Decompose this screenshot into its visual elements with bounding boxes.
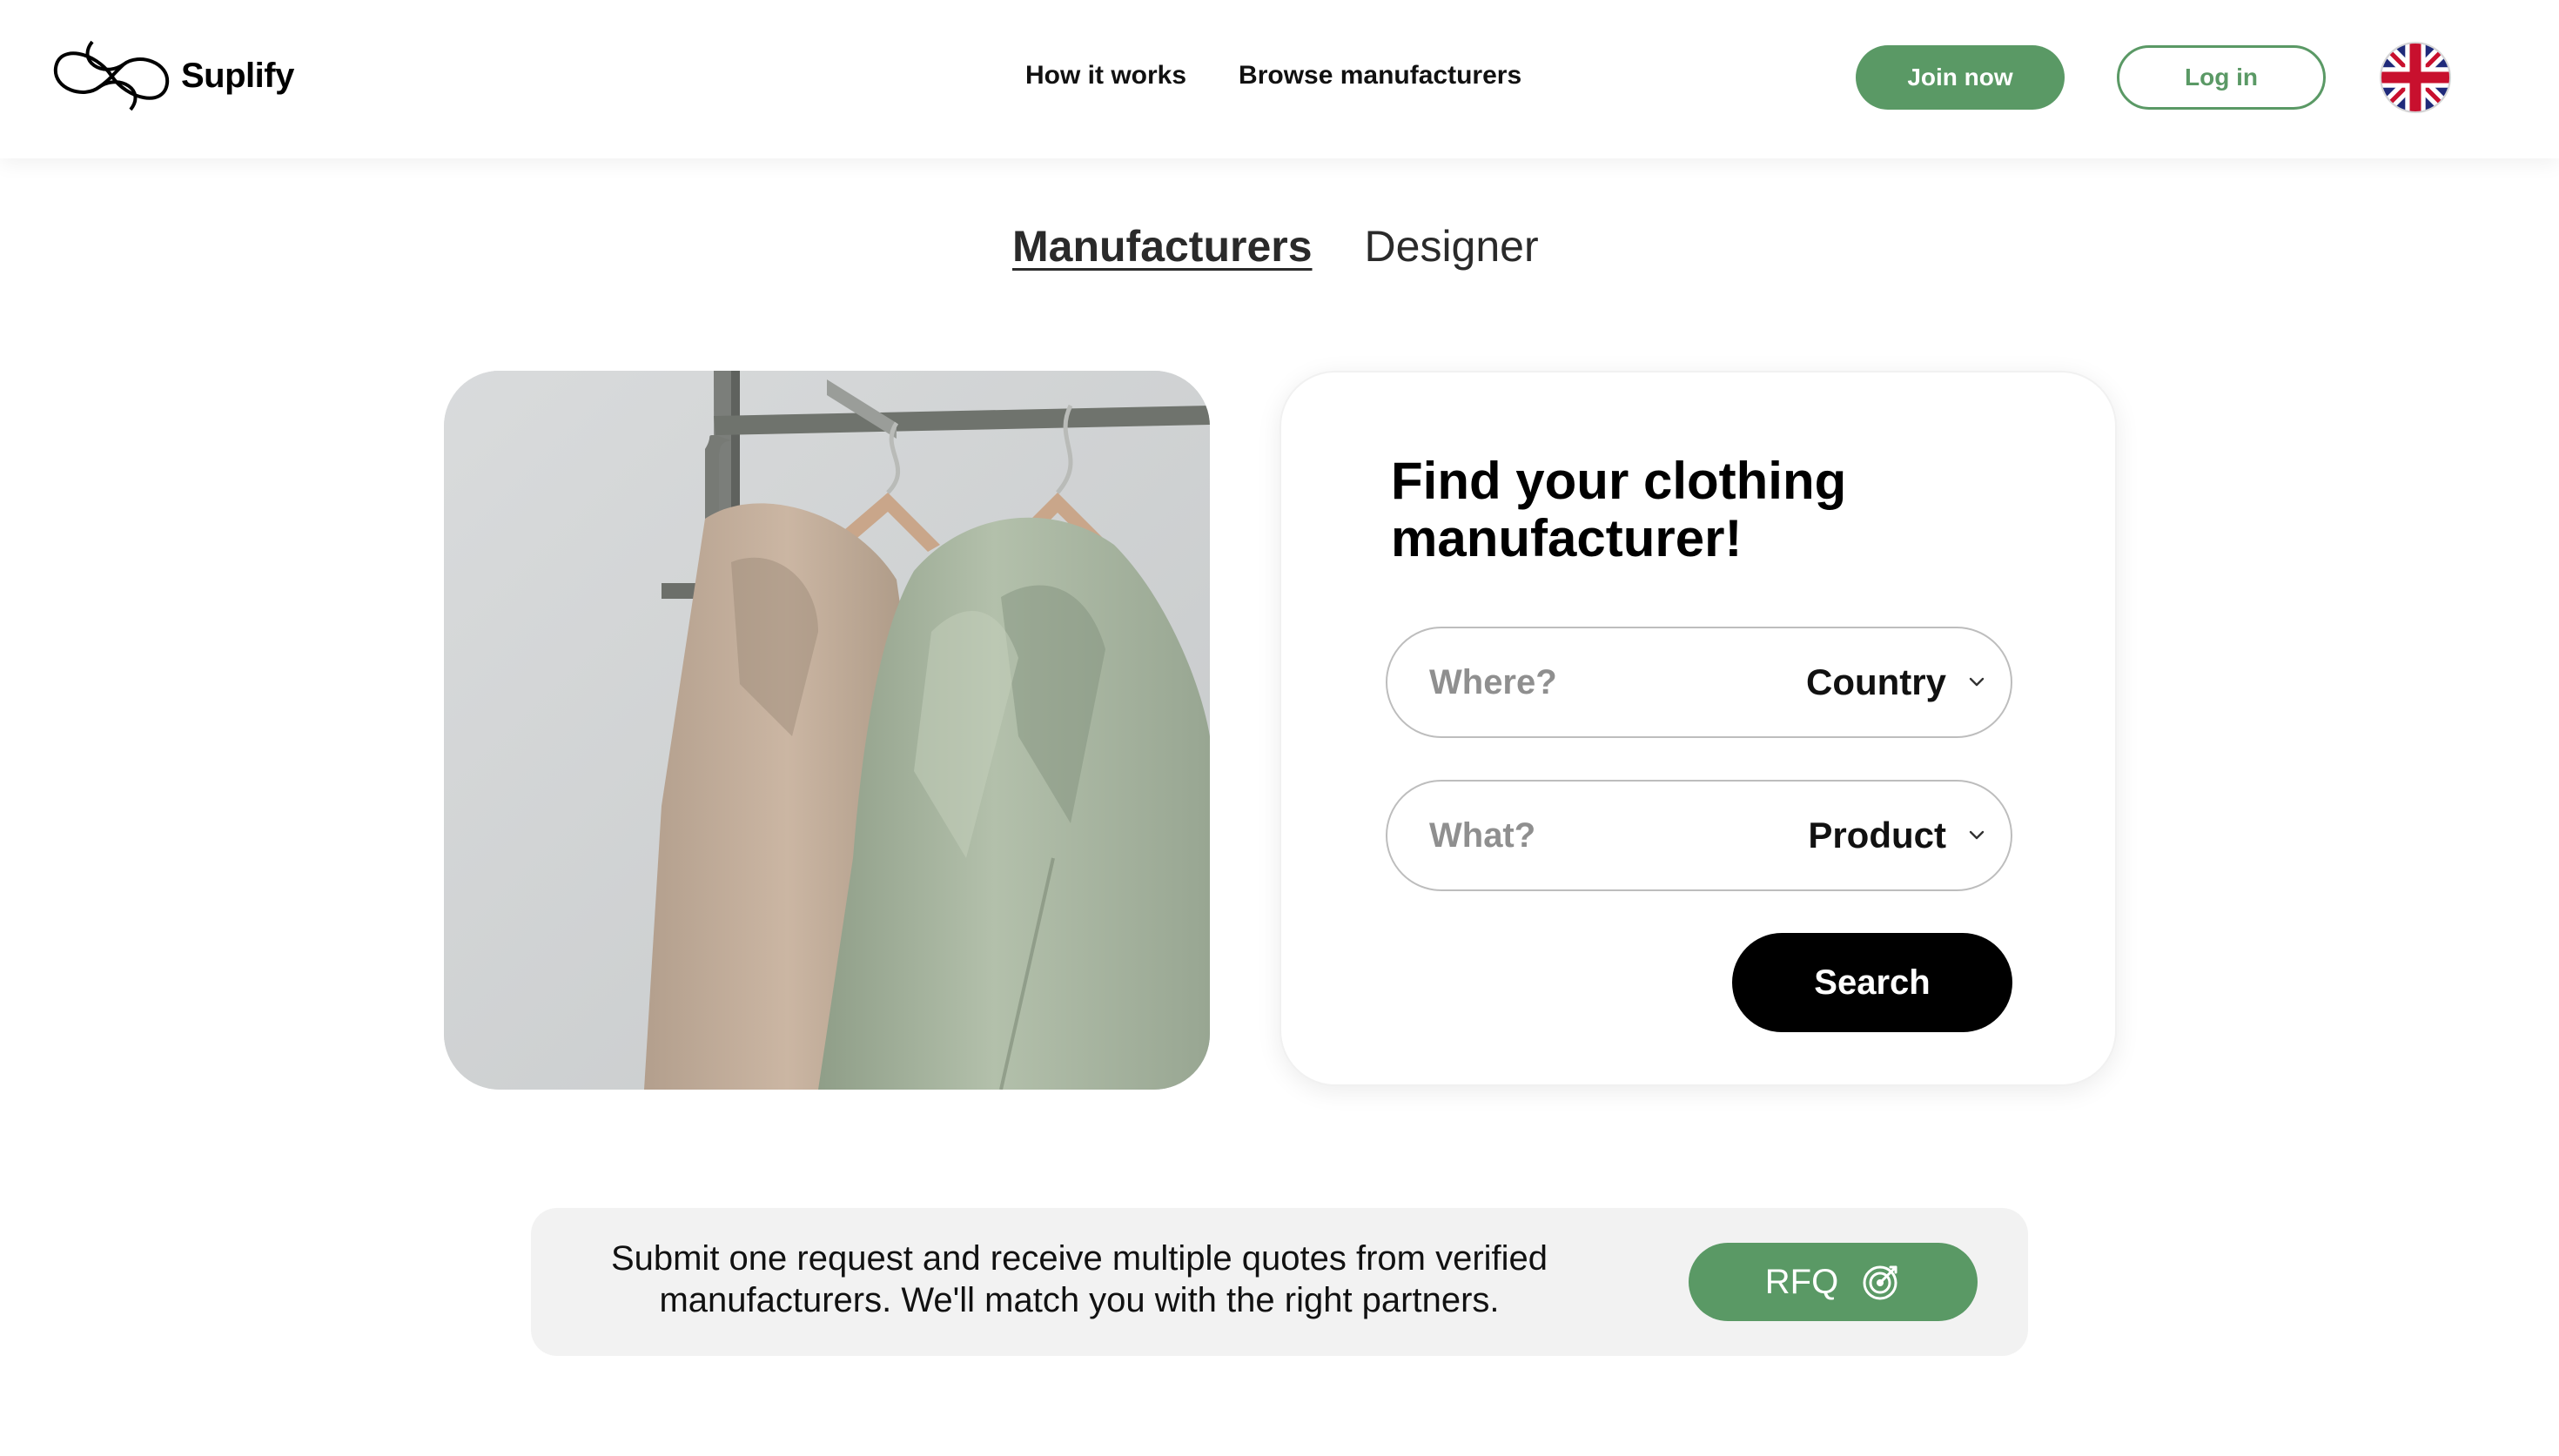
rfq-button-label: RFQ [1764,1262,1839,1301]
join-now-button[interactable]: Join now [1856,45,2065,110]
brand-name: Suplify [181,56,294,95]
tab-manufacturers[interactable]: Manufacturers [1012,221,1313,272]
brand-logo[interactable]: Suplify [50,35,294,117]
chevron-down-icon [1969,830,1985,840]
infinity-loop-logo-icon [53,40,170,111]
tab-designer[interactable]: Designer [1365,221,1539,272]
language-selector[interactable] [2381,44,2449,111]
audience-tabs: Manufacturers Designer [1012,221,1539,272]
target-icon [1863,1265,1897,1300]
search-card-title: Find your clothing manufacturer! [1391,452,1847,567]
where-input[interactable] [1429,628,1743,736]
rfq-banner: Submit one request and receive multiple … [531,1208,2028,1356]
chevron-down-icon [1969,677,1985,687]
country-select[interactable]: Country [1806,628,1985,736]
what-field: Product [1386,780,2012,891]
search-button[interactable]: Search [1732,933,2012,1032]
log-in-button[interactable]: Log in [2117,45,2326,110]
site-header: Suplify How it works Browse manufacturer… [0,0,2559,158]
nav-browse-manufacturers[interactable]: Browse manufacturers [1239,61,1521,91]
country-select-label: Country [1806,661,1946,702]
rfq-button[interactable]: RFQ [1689,1243,1978,1321]
product-select[interactable]: Product [1808,782,1985,889]
manufacturer-search-card: Find your clothing manufacturer! Country… [1280,371,2117,1086]
product-select-label: Product [1808,815,1946,855]
rfq-description: Submit one request and receive multiple … [610,1239,1548,1319]
main-nav: How it works Browse manufacturers [1025,61,1521,91]
nav-how-it-works[interactable]: How it works [1025,61,1186,91]
what-input[interactable] [1429,782,1743,889]
uk-flag-icon [2381,44,2449,111]
clothing-rack-photo [444,371,1210,1090]
where-field: Country [1386,627,2012,738]
